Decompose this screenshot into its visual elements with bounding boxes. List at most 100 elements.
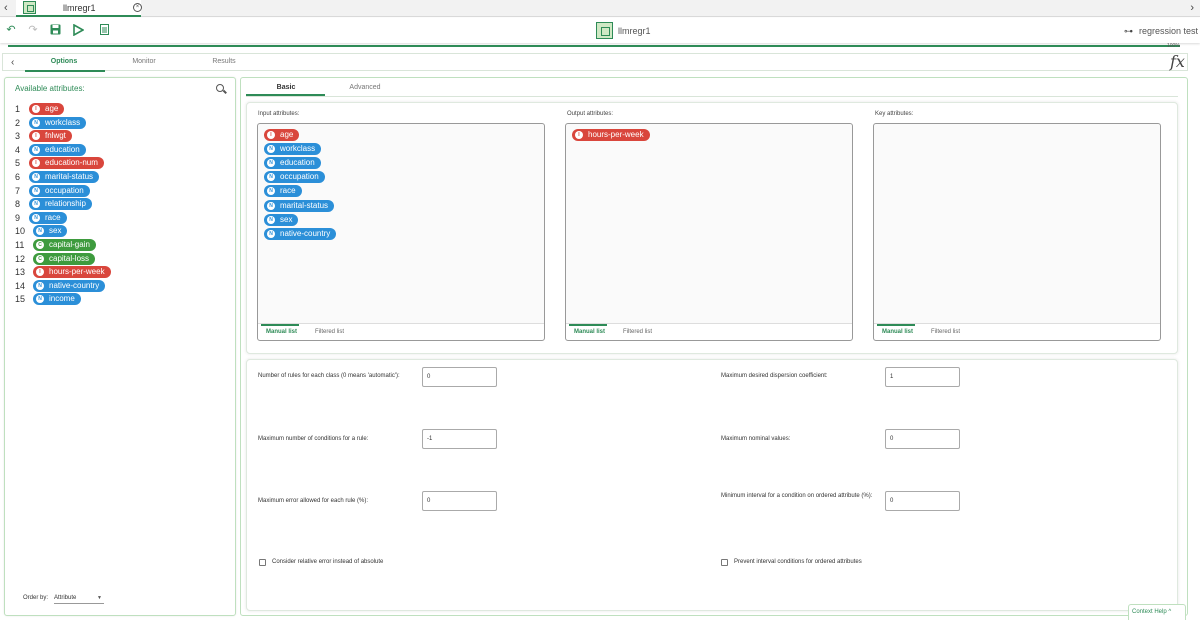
back-icon[interactable]: ‹ (11, 57, 14, 68)
context-help-button[interactable]: Context Help ^ (1128, 604, 1186, 620)
scroll-left-icon[interactable]: ‹ (4, 2, 8, 14)
attribute-chip[interactable]: Ifnlwgt (29, 130, 72, 143)
attribute-type-icon: N (267, 159, 275, 168)
attribute-chip[interactable]: Ieducation-num (29, 157, 104, 170)
run-icon[interactable] (72, 23, 85, 37)
attribute-chip[interactable]: Ccapital-gain (33, 239, 96, 251)
attribute-chip-label: income (49, 294, 75, 304)
manual-list-tab[interactable]: Manual list (574, 329, 605, 335)
attribute-lists-card: Input attributes: Iage Nworkclass Neducati… (246, 102, 1178, 354)
input-attributes-title: Input attributes: (258, 111, 300, 117)
order-by-select[interactable]: Attribute ▼ (54, 592, 104, 604)
attribute-chip[interactable]: Nmarital-status (264, 199, 335, 212)
progress-bar (8, 45, 1180, 47)
attribute-chip-label: hours-per-week (588, 130, 644, 139)
output-attributes-list[interactable]: Ihours-per-week Manual list Filtered lis… (565, 123, 853, 341)
relative-error-checkbox[interactable] (259, 559, 266, 566)
attribute-chip[interactable]: Nnative-country (33, 279, 106, 292)
attribute-chip-label: workclass (45, 117, 81, 127)
tab-advanced[interactable]: Advanced (325, 84, 405, 91)
attribute-type-icon: N (267, 229, 275, 238)
scroll-right-icon[interactable]: › (1190, 2, 1194, 14)
attribute-chip[interactable]: Nsex (33, 225, 68, 238)
attribute-chip-label: occupation (280, 172, 319, 182)
attribute-type-icon: N (36, 295, 44, 304)
tab-results[interactable]: Results (186, 58, 262, 65)
min-interval-input[interactable]: 0 (885, 491, 960, 511)
max-dispersion-input[interactable]: 1 (885, 367, 960, 387)
order-by-value: Attribute (54, 595, 77, 601)
key-attributes-list[interactable]: Manual list Filtered list (873, 123, 1161, 341)
attribute-type-icon: N (32, 186, 40, 195)
attribute-chip-label: race (45, 212, 61, 222)
tab-monitor[interactable]: Monitor (106, 58, 182, 65)
attribute-chip[interactable]: Ihours-per-week (572, 129, 650, 141)
attribute-chip[interactable]: Nincome (33, 293, 81, 306)
order-by-label: Order by: (23, 595, 49, 601)
key-attributes-title: Key attributes: (875, 111, 914, 117)
attribute-type-icon: N (36, 227, 44, 236)
attribute-chip[interactable]: Neducation (29, 143, 86, 156)
attribute-chip[interactable]: Nrace (264, 185, 302, 198)
max-conditions-input[interactable]: -1 (422, 429, 497, 449)
attribute-chip[interactable]: Ihours-per-week (33, 266, 111, 279)
manual-list-tab[interactable]: Manual list (266, 329, 297, 335)
formula-icon[interactable]: fx (1170, 52, 1185, 71)
attribute-chip[interactable]: Neducation (264, 157, 321, 170)
attribute-chip-label: education-num (45, 158, 98, 168)
toolbar: ↶ ↷ llmregr1 ⊶ regression test (0, 18, 1200, 43)
run-target-label[interactable]: regression test (1139, 26, 1198, 36)
attribute-chip[interactable]: Noccupation (264, 171, 325, 184)
attribute-chip[interactable]: Nworkclass (264, 143, 322, 156)
prevent-interval-checkbox[interactable] (721, 559, 728, 566)
save-icon[interactable] (49, 24, 61, 36)
attribute-index: 12 (15, 253, 26, 264)
filtered-list-tab[interactable]: Filtered list (623, 329, 652, 335)
attribute-chip[interactable]: Noccupation (29, 184, 90, 197)
attribute-type-icon: N (32, 118, 40, 127)
tab-basic[interactable]: Basic (246, 84, 326, 91)
undo-icon[interactable]: ↶ (5, 24, 17, 36)
attribute-chip-label: capital-loss (49, 253, 90, 263)
manual-list-tab[interactable]: Manual list (882, 329, 913, 335)
attribute-type-icon: N (267, 201, 275, 210)
attribute-type-icon: I (267, 131, 275, 139)
attribute-chip[interactable]: Nrelationship (29, 198, 92, 211)
max-nominal-input[interactable]: 0 (885, 429, 960, 449)
attribute-chip[interactable]: Iage (264, 129, 300, 141)
attribute-chip[interactable]: Ccapital-loss (33, 252, 96, 265)
attribute-chip-label: relationship (45, 199, 86, 209)
document-tab-strip: ‹ llmregr1 × › (0, 0, 1200, 17)
output-list-footer: Manual list Filtered list (566, 323, 852, 340)
attribute-chip[interactable]: Nmarital-status (29, 171, 100, 183)
output-attributes-title: Output attributes: (567, 111, 614, 117)
redo-icon[interactable]: ↷ (27, 24, 39, 36)
attribute-chip[interactable]: Nrace (29, 211, 67, 224)
workflow-icon (23, 1, 36, 14)
max-conditions-label: Maximum number of conditions for a rule: (258, 436, 369, 442)
search-icon[interactable] (216, 84, 224, 92)
rules-per-class-input[interactable]: 0 (422, 367, 497, 387)
attribute-chip[interactable]: Iage (29, 103, 65, 115)
context-help-label: Context Help (1132, 609, 1167, 615)
filtered-list-tab[interactable]: Filtered list (315, 329, 344, 335)
close-tab-icon[interactable]: × (133, 3, 142, 12)
document-tab[interactable]: llmregr1 × (16, 0, 142, 17)
active-list-tab-underline (877, 324, 915, 326)
attribute-chip-label: race (280, 186, 296, 196)
attribute-type-icon: N (32, 173, 40, 181)
attribute-chip[interactable]: Nsex (264, 213, 299, 226)
attribute-type-icon: N (32, 213, 40, 222)
attribute-chip[interactable]: Nnative-country (264, 227, 337, 240)
attribute-chip[interactable]: Nworkclass (29, 116, 87, 129)
attribute-type-icon: I (32, 132, 40, 141)
max-nominal-label: Maximum nominal values: (721, 436, 791, 442)
report-icon[interactable] (98, 24, 110, 36)
attribute-chip-label: marital-status (45, 172, 94, 181)
tab-options[interactable]: Options (26, 58, 102, 65)
attribute-index: 13 (15, 267, 26, 278)
input-attributes-list[interactable]: Iage Nworkclass Neducation Noccupation Nrace… (257, 123, 545, 341)
filtered-list-tab[interactable]: Filtered list (931, 329, 960, 335)
max-error-input[interactable]: 0 (422, 491, 497, 511)
attribute-chip-label: sex (49, 226, 62, 236)
